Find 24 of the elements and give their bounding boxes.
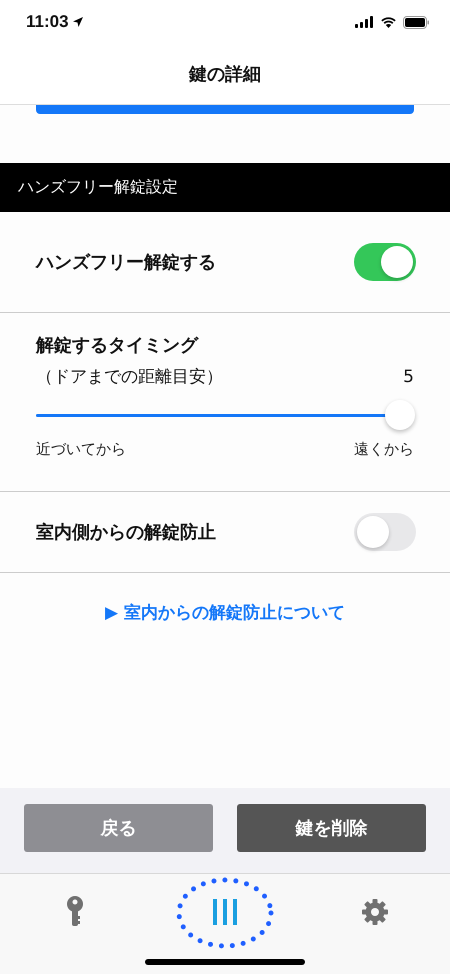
screen-title: 鍵の詳細 bbox=[189, 63, 261, 86]
settings-icon bbox=[361, 898, 389, 926]
setting-label: 室内側からの解錠防止 bbox=[36, 521, 216, 544]
back-button[interactable]: 戻る bbox=[24, 804, 213, 852]
battery-icon bbox=[403, 16, 430, 28]
setting-label: ハンズフリー解錠する bbox=[36, 251, 216, 274]
toggle-switch[interactable] bbox=[354, 513, 416, 551]
wifi-icon bbox=[380, 16, 397, 28]
location-arrow-icon bbox=[72, 16, 84, 28]
key-icon bbox=[67, 896, 83, 928]
slider-max-label: 遠くから bbox=[354, 440, 414, 459]
slider-min-label: 近づいてから bbox=[36, 440, 126, 459]
section-title: ハンズフリー解錠設定 bbox=[18, 177, 178, 198]
bars-icon bbox=[213, 899, 237, 925]
slider-value: 5 bbox=[403, 366, 414, 386]
setting-label: 解錠するタイミング bbox=[36, 334, 200, 357]
toggle-switch[interactable] bbox=[354, 243, 416, 281]
signal-icon bbox=[355, 16, 374, 28]
status-time: 11:03 bbox=[26, 12, 69, 32]
setting-subtitle: （ドアまでの距離目安） bbox=[36, 366, 223, 388]
delete-key-button[interactable]: 鍵を削除 bbox=[237, 804, 426, 852]
distance-slider[interactable] bbox=[36, 400, 414, 430]
slider-thumb[interactable] bbox=[385, 400, 415, 430]
info-link[interactable]: ▶ 室内からの解錠防止について bbox=[105, 600, 345, 624]
